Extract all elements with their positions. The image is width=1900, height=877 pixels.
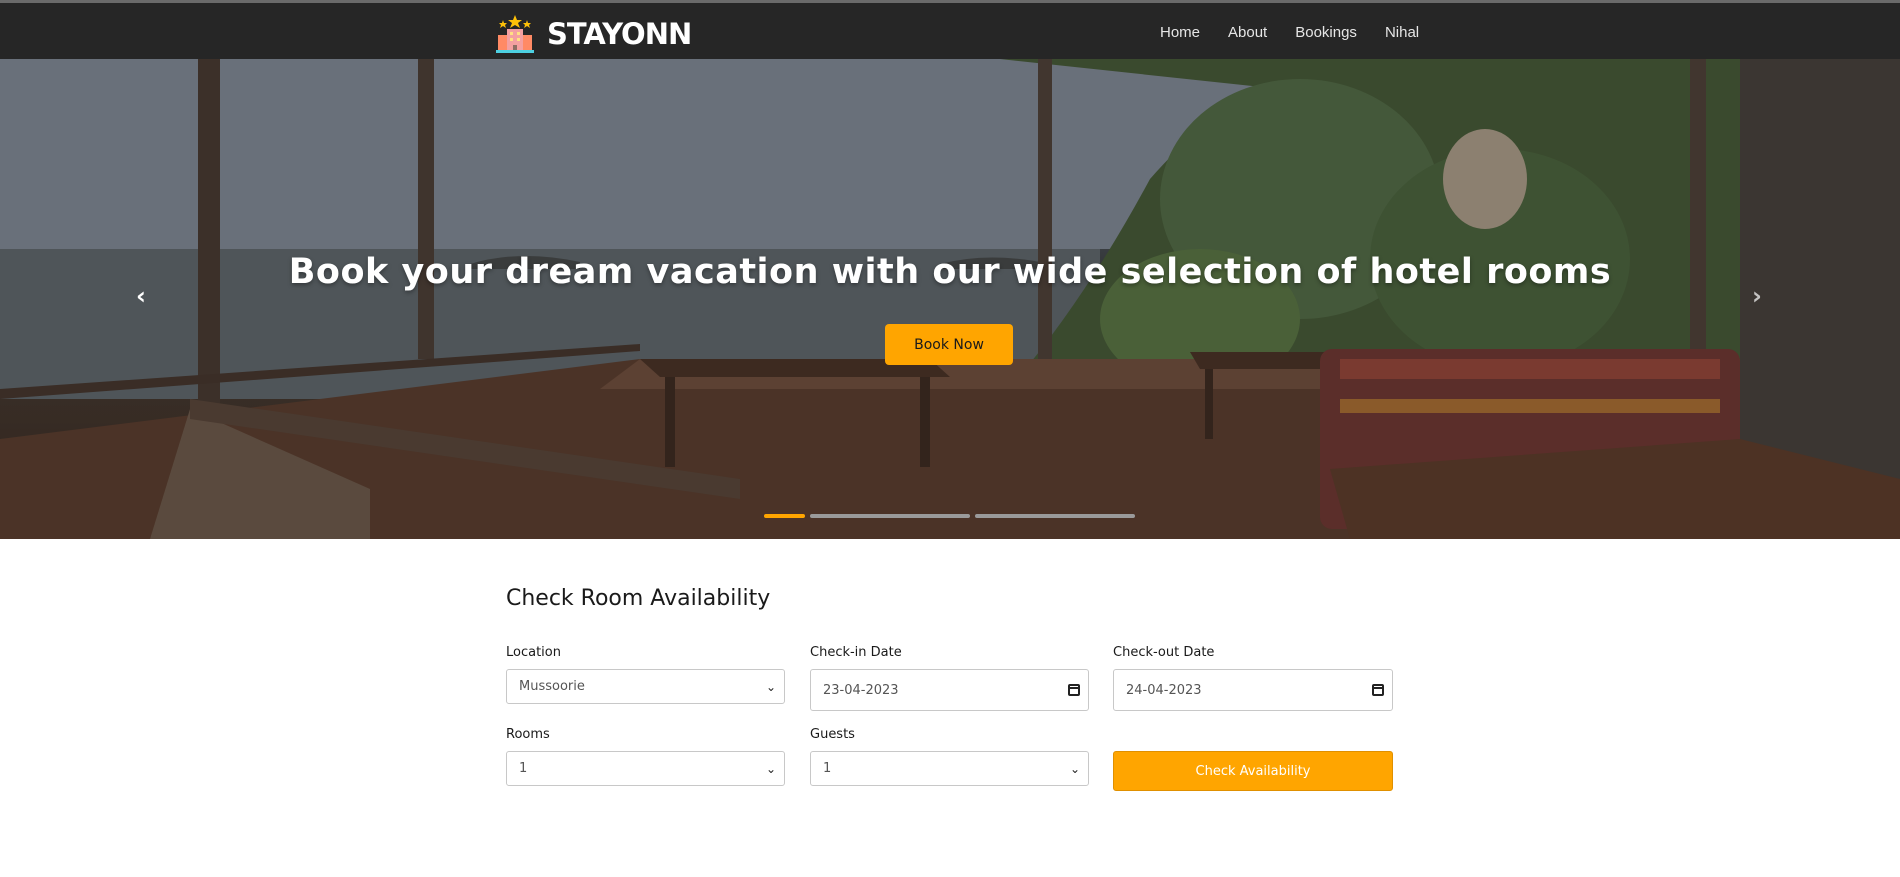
navbar: STAYONN Home About Bookings Nihal bbox=[0, 0, 1900, 59]
nav-links: Home About Bookings Nihal bbox=[1160, 3, 1433, 62]
checkin-label: Check-in Date bbox=[810, 645, 902, 660]
form-title: Check Room Availability bbox=[506, 586, 771, 611]
rooms-label: Rooms bbox=[506, 727, 550, 742]
hotel-logo-icon bbox=[496, 15, 534, 53]
calendar-icon[interactable] bbox=[1372, 684, 1384, 696]
checkout-label: Check-out Date bbox=[1113, 645, 1215, 660]
checkout-date-input[interactable]: 24-04-2023 bbox=[1113, 669, 1393, 711]
rooms-value: 1 bbox=[519, 761, 528, 776]
brand-name: STAYONN bbox=[547, 17, 692, 51]
guests-label: Guests bbox=[810, 727, 855, 742]
chevron-down-icon: ⌄ bbox=[1069, 761, 1080, 776]
nav-link-bookings[interactable]: Bookings bbox=[1281, 24, 1371, 41]
chevron-right-icon[interactable]: › bbox=[1742, 281, 1772, 311]
location-label: Location bbox=[506, 645, 561, 660]
hero-carousel: Book your dream vacation with our wide s… bbox=[0, 59, 1900, 539]
calendar-icon[interactable] bbox=[1068, 684, 1080, 696]
nav-link-user[interactable]: Nihal bbox=[1371, 24, 1433, 41]
rooms-select[interactable]: 1 ⌄ bbox=[506, 751, 785, 786]
nav-link-home[interactable]: Home bbox=[1160, 24, 1214, 41]
guests-select[interactable]: 1 ⌄ bbox=[810, 751, 1089, 786]
hero-background-image bbox=[0, 59, 1900, 539]
check-availability-button[interactable]: Check Availability bbox=[1113, 751, 1393, 791]
checkout-value: 24-04-2023 bbox=[1126, 682, 1202, 698]
guests-value: 1 bbox=[823, 761, 832, 776]
carousel-indicator-2[interactable] bbox=[810, 514, 970, 518]
carousel-indicator-3[interactable] bbox=[975, 514, 1135, 518]
nav-link-about[interactable]: About bbox=[1214, 24, 1281, 41]
location-value: Mussoorie bbox=[519, 679, 585, 694]
chevron-down-icon: ⌄ bbox=[765, 761, 776, 776]
checkin-date-input[interactable]: 23-04-2023 bbox=[810, 669, 1089, 711]
carousel-indicators bbox=[764, 514, 1135, 518]
location-select[interactable]: Mussoorie ⌄ bbox=[506, 669, 785, 704]
checkin-value: 23-04-2023 bbox=[823, 682, 899, 698]
book-now-button[interactable]: Book Now bbox=[885, 324, 1013, 365]
hero-title: Book your dream vacation with our wide s… bbox=[288, 252, 1612, 292]
chevron-left-icon[interactable]: ‹ bbox=[126, 281, 156, 311]
carousel-indicator-1[interactable] bbox=[764, 514, 805, 518]
chevron-down-icon: ⌄ bbox=[765, 679, 776, 694]
brand[interactable]: STAYONN bbox=[493, 14, 692, 54]
